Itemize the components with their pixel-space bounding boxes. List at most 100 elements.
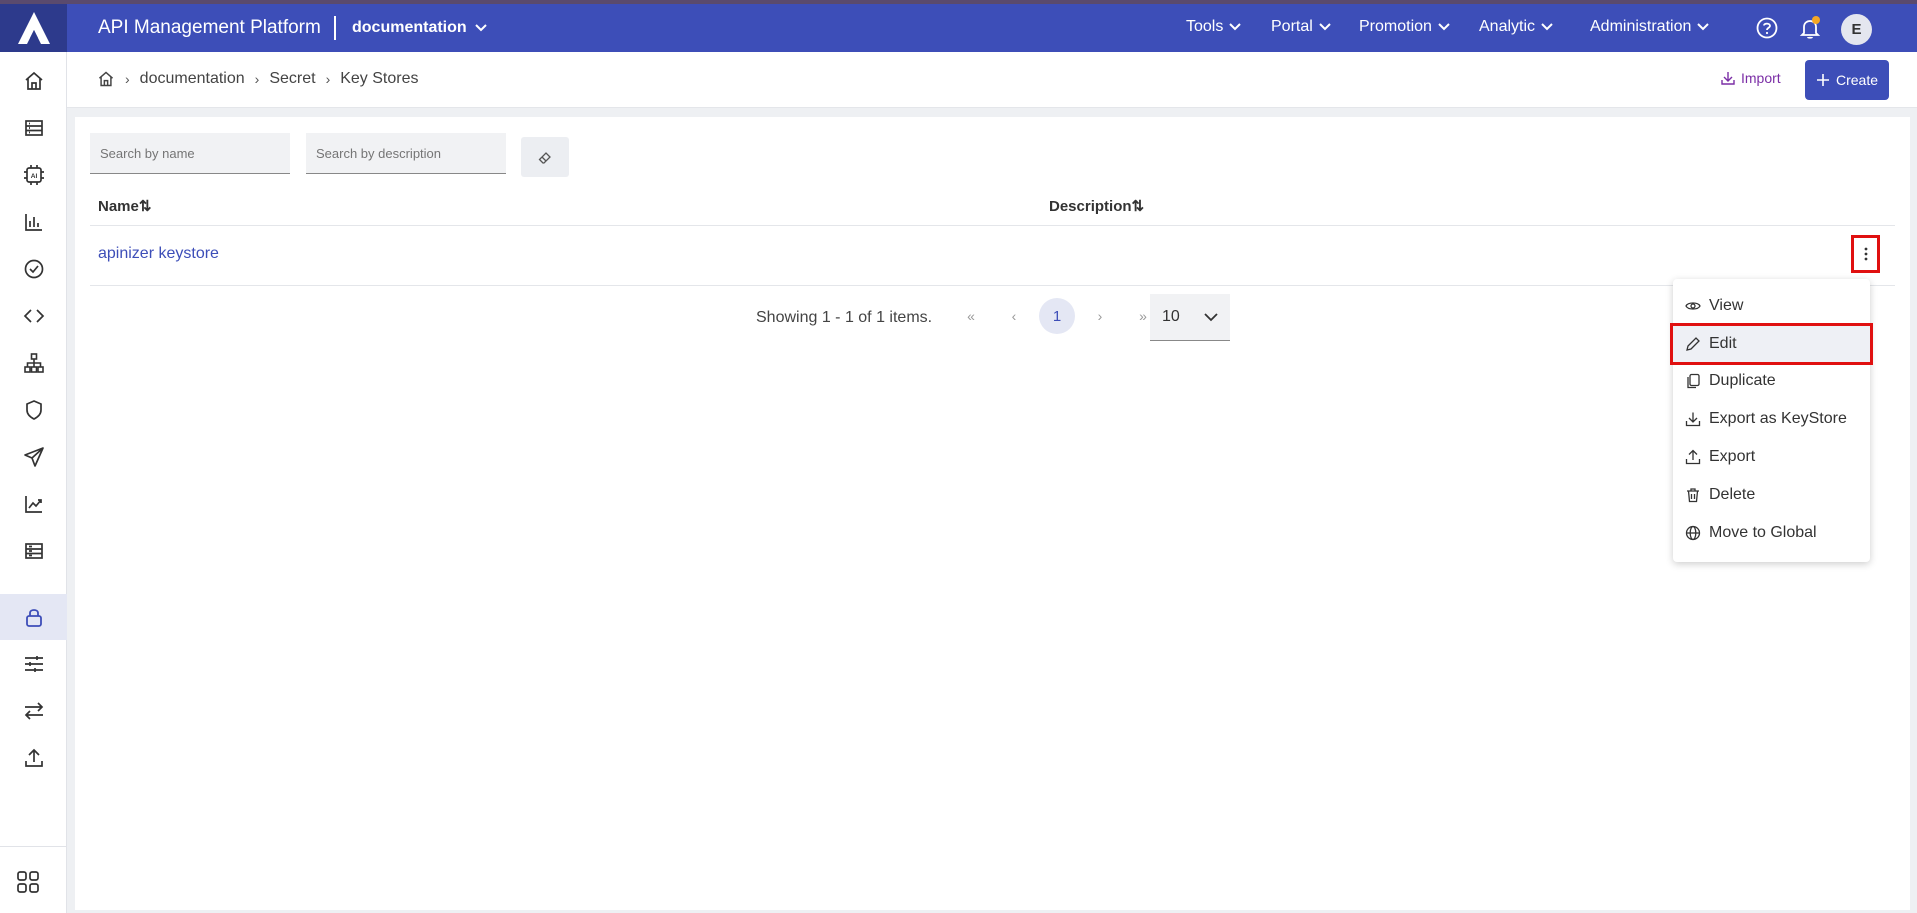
create-label: Create bbox=[1835, 72, 1879, 88]
notifications-button[interactable] bbox=[1796, 14, 1824, 42]
chevron-down-icon bbox=[474, 24, 487, 32]
upload-icon bbox=[1685, 449, 1701, 464]
sidebar-divider bbox=[0, 846, 67, 847]
breadcrumb-key-stores: Key Stores bbox=[340, 70, 419, 87]
breadcrumb: › documentation › Secret › Key Stores bbox=[97, 70, 419, 88]
copy-icon bbox=[1687, 373, 1700, 388]
menu-item-export-label: Export bbox=[1709, 447, 1756, 465]
project-selector[interactable]: documentation bbox=[352, 19, 487, 37]
sidebar-item-settings[interactable] bbox=[0, 641, 67, 687]
sidebar-item-ai[interactable]: AI bbox=[0, 152, 67, 198]
row-name-link[interactable]: apinizer keystore bbox=[98, 245, 219, 263]
column-description-label: Description bbox=[1049, 198, 1132, 215]
ai-chip-icon: AI bbox=[23, 165, 44, 185]
column-header-name[interactable]: Name⇅ bbox=[98, 197, 151, 215]
import-button[interactable]: Import bbox=[1721, 70, 1781, 86]
apps-grid-icon bbox=[16, 871, 39, 893]
create-button[interactable]: Create bbox=[1805, 60, 1889, 100]
sort-icon: ⇅ bbox=[138, 198, 152, 215]
menu-item-view[interactable]: View bbox=[1673, 287, 1870, 324]
menu-item-export-keystore[interactable]: Export as KeyStore bbox=[1673, 400, 1870, 437]
help-button[interactable] bbox=[1753, 14, 1781, 42]
sidebar-item-hierarchy[interactable] bbox=[0, 340, 67, 386]
sidebar-item-code[interactable] bbox=[0, 293, 67, 339]
chevron-down-icon bbox=[1319, 23, 1331, 31]
menu-item-move-global-label: Move to Global bbox=[1709, 523, 1817, 541]
sliders-icon bbox=[24, 656, 43, 672]
sidebar-item-trend[interactable] bbox=[0, 481, 67, 527]
import-label: Import bbox=[1741, 70, 1781, 86]
search-name-input[interactable] bbox=[90, 133, 290, 174]
sidebar-item-secret[interactable] bbox=[0, 594, 67, 640]
column-name-label: Name bbox=[98, 198, 139, 215]
row-divider bbox=[90, 285, 1895, 286]
eye-icon bbox=[1685, 301, 1701, 310]
nav-promotion[interactable]: Promotion bbox=[1359, 18, 1450, 36]
nav-portal[interactable]: Portal bbox=[1271, 18, 1331, 36]
clear-filter-button[interactable] bbox=[521, 137, 569, 177]
menu-item-view-label: View bbox=[1709, 296, 1744, 314]
list-icon bbox=[24, 120, 43, 136]
hierarchy-icon bbox=[23, 353, 44, 373]
next-page-button[interactable]: › bbox=[1082, 298, 1118, 334]
download-icon bbox=[1685, 412, 1701, 426]
nav-analytic-label: Analytic bbox=[1479, 18, 1536, 35]
chevron-down-icon bbox=[1204, 312, 1218, 321]
row-actions-button[interactable] bbox=[1851, 235, 1880, 273]
sidebar-item-check[interactable] bbox=[0, 246, 67, 292]
trend-icon bbox=[24, 496, 42, 513]
breadcrumb-secret[interactable]: Secret bbox=[269, 70, 315, 88]
page-1-button[interactable]: 1 bbox=[1039, 298, 1075, 334]
menu-item-duplicate[interactable]: Duplicate bbox=[1673, 362, 1870, 399]
search-description-input[interactable] bbox=[306, 133, 506, 174]
sidebar-item-upload[interactable] bbox=[0, 735, 67, 781]
column-header-description[interactable]: Description⇅ bbox=[1049, 197, 1144, 215]
nav-promotion-label: Promotion bbox=[1359, 18, 1432, 35]
nav-analytic[interactable]: Analytic bbox=[1479, 18, 1553, 36]
eraser-icon bbox=[538, 152, 551, 164]
breadcrumb-bar: › documentation › Secret › Key Stores Im… bbox=[67, 52, 1917, 108]
sidebar-item-transfer[interactable] bbox=[0, 688, 67, 734]
first-page-button[interactable]: « bbox=[953, 298, 989, 334]
sidebar-item-apps[interactable] bbox=[0, 859, 55, 905]
pagination-summary: Showing 1 - 1 of 1 items. bbox=[756, 309, 933, 326]
home-icon bbox=[24, 71, 43, 90]
sidebar-item-home[interactable] bbox=[0, 58, 67, 104]
sidebar: AI bbox=[0, 52, 67, 913]
prev-page-button[interactable]: ‹ bbox=[996, 298, 1032, 334]
menu-item-move-global[interactable]: Move to Global bbox=[1673, 514, 1870, 551]
help-icon bbox=[1756, 17, 1778, 39]
chevron-down-icon bbox=[1229, 23, 1242, 31]
menu-item-delete-label: Delete bbox=[1709, 485, 1756, 503]
shield-icon bbox=[25, 400, 42, 420]
trash-icon bbox=[1687, 487, 1699, 502]
home-icon[interactable] bbox=[97, 70, 115, 88]
sidebar-item-list[interactable] bbox=[0, 105, 67, 151]
page-size-select[interactable]: 10 bbox=[1150, 294, 1230, 341]
code-icon bbox=[23, 309, 44, 323]
menu-item-delete[interactable]: Delete bbox=[1673, 476, 1870, 513]
title-divider bbox=[334, 16, 336, 40]
breadcrumb-project[interactable]: documentation bbox=[140, 70, 245, 88]
menu-item-duplicate-label: Duplicate bbox=[1709, 371, 1776, 389]
sidebar-item-security[interactable] bbox=[0, 387, 67, 433]
menu-item-export[interactable]: Export bbox=[1673, 438, 1870, 475]
nav-administration[interactable]: Administration bbox=[1590, 18, 1710, 36]
sidebar-item-send[interactable] bbox=[0, 434, 67, 480]
sidebar-item-analytics[interactable] bbox=[0, 199, 67, 245]
chevron-right-icon: › bbox=[254, 71, 260, 87]
top-navbar: API Management Platform documentation To… bbox=[0, 4, 1917, 52]
sidebar-item-server[interactable] bbox=[0, 528, 67, 574]
chevron-right-icon: › bbox=[125, 71, 130, 87]
check-circle-icon bbox=[24, 259, 43, 279]
chevron-down-icon bbox=[1438, 23, 1450, 31]
chevron-down-icon bbox=[1697, 23, 1710, 31]
nav-tools[interactable]: Tools bbox=[1186, 18, 1242, 36]
nav-tools-label: Tools bbox=[1186, 18, 1224, 35]
avatar[interactable]: E bbox=[1841, 14, 1872, 45]
nav-administration-label: Administration bbox=[1590, 18, 1692, 35]
project-name: documentation bbox=[352, 19, 467, 36]
logo[interactable] bbox=[0, 4, 67, 52]
menu-item-edit[interactable]: Edit bbox=[1670, 323, 1873, 365]
notification-dot bbox=[1812, 16, 1820, 24]
